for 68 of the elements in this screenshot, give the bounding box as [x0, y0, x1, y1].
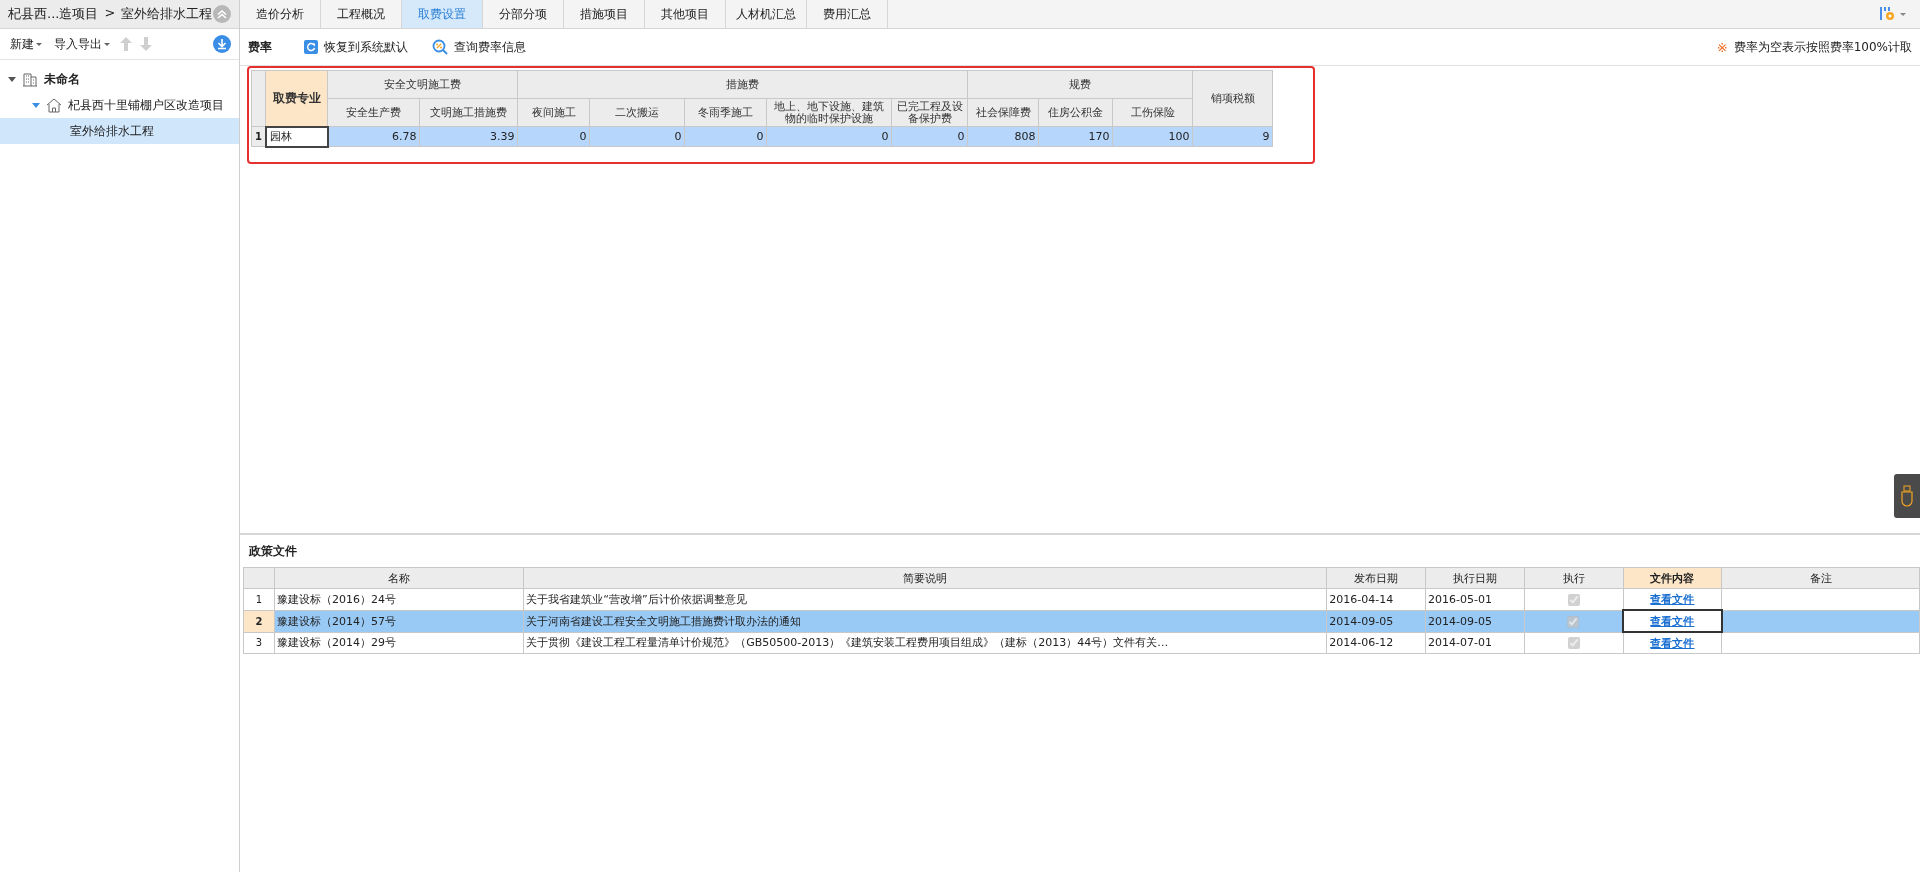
toolbar-button[interactable]: 恢复到系统默认 [302, 36, 410, 58]
column-header[interactable]: 安全生产费 [327, 98, 420, 127]
table-cell: 关于河南省建设工程安全文明施工措施费计取办法的通知 [523, 610, 1327, 632]
table-cell: 2016-04-14 [1326, 588, 1426, 610]
column-header[interactable]: 夜间施工 [517, 98, 590, 127]
tab[interactable]: 取费设置 [402, 0, 483, 28]
note-icon: ※ [1716, 39, 1728, 55]
column-header[interactable]: 发布日期 [1326, 567, 1426, 589]
row-number: 3 [243, 632, 275, 654]
tree-item[interactable]: 室外给排水工程 [0, 118, 239, 144]
caret-icon [1900, 12, 1906, 16]
expand-toggle-icon[interactable] [32, 102, 40, 108]
column-header[interactable]: 已完工程及设备保护费 [891, 98, 968, 127]
table-cell-editing[interactable]: 园林 [265, 126, 328, 147]
home-icon [46, 97, 62, 113]
column-header[interactable]: 住房公积金 [1038, 98, 1113, 127]
column-header[interactable]: 文件内容 [1623, 567, 1722, 589]
column-header[interactable]: 备注 [1721, 567, 1920, 589]
breadcrumb-current: 室外给排水工程 [121, 5, 213, 23]
table-cell: 豫建设标（2014）57号 [274, 610, 524, 632]
collapse-icon[interactable] [213, 5, 231, 23]
header-corner [251, 70, 266, 127]
gear-icon [1880, 6, 1896, 22]
table-cell: 2014-06-12 [1326, 632, 1426, 654]
move-up-icon[interactable] [120, 37, 132, 51]
column-header[interactable]: 社会保障费 [967, 98, 1039, 127]
column-header[interactable]: 取费专业 [265, 70, 328, 127]
row-number: 2 [243, 610, 275, 632]
expand-toggle-icon[interactable] [8, 76, 16, 82]
table-cell: 豫建设标（2014）29号 [274, 632, 524, 654]
column-header[interactable]: 工伤保险 [1112, 98, 1193, 127]
column-header[interactable]: 简要说明 [523, 567, 1327, 589]
header-corner [243, 567, 275, 589]
tree-item[interactable]: 杞县西十里铺棚户区改造项目 [0, 92, 239, 118]
row-number: 1 [251, 126, 266, 147]
column-header[interactable]: 文明施工措施费 [419, 98, 518, 127]
usb-drive-icon [1900, 485, 1914, 507]
column-header[interactable]: 执行日期 [1425, 567, 1525, 589]
move-down-icon[interactable] [140, 37, 152, 51]
note-text: 费率为空表示按照费率100%计取 [1733, 38, 1912, 56]
download-icon[interactable] [213, 35, 231, 53]
column-header[interactable]: 措施费 [517, 70, 968, 99]
menu-button[interactable]: 导入导出 [52, 33, 112, 55]
column-header[interactable]: 执行 [1524, 567, 1624, 589]
restore-icon [304, 40, 318, 54]
menu-button[interactable]: 新建 [8, 33, 44, 55]
column-header[interactable]: 地上、地下设施、建筑物的临时保护设施 [766, 98, 892, 127]
tree-item[interactable]: 未命名 [0, 66, 239, 92]
table-cell: 2014-07-01 [1425, 632, 1525, 654]
breadcrumb-link[interactable]: 杞县西...造项目 [8, 5, 99, 23]
side-handle[interactable] [1894, 474, 1920, 518]
table-cell: 豫建设标（2016）24号 [274, 588, 524, 610]
section-title: 政策文件 [248, 543, 298, 560]
row-number: 1 [243, 588, 275, 610]
column-header[interactable]: 名称 [274, 567, 524, 589]
column-header[interactable]: 二次搬运 [589, 98, 685, 127]
column-header[interactable]: 规费 [967, 70, 1193, 99]
table-cell: 关于我省建筑业“营改增”后计价依据调整意见 [523, 588, 1327, 610]
column-header[interactable]: 销项税额 [1192, 70, 1273, 127]
toolbar-button[interactable]: 查询费率信息 [430, 36, 528, 58]
search-icon [432, 39, 448, 55]
column-header[interactable]: 冬雨季施工 [684, 98, 767, 127]
table-cell: 关于贯彻《建设工程工程量清单计价规范》（GB50500-2013）《建筑安装工程费用项目组成》（建标（2013）44号）文件有关… [523, 632, 1327, 654]
section-title: 费率 [248, 38, 272, 56]
breadcrumb-separator: > [104, 5, 116, 22]
table-cell: 2016-05-01 [1425, 588, 1525, 610]
building-icon [22, 71, 38, 87]
column-header[interactable]: 安全文明施工费 [327, 70, 518, 99]
